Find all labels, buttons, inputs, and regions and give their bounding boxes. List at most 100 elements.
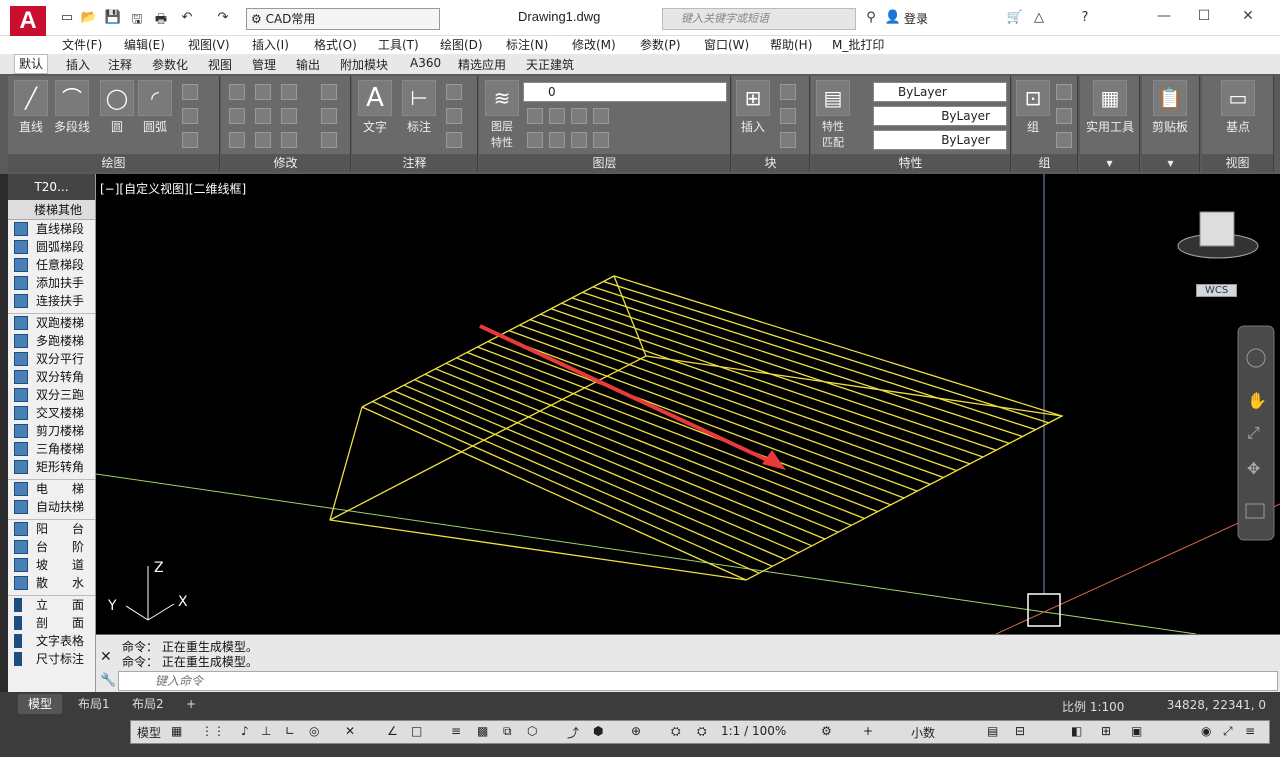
stairs-other-section[interactable]: 楼梯其他 (8, 200, 95, 220)
menu-edit[interactable]: 编辑(E) (124, 36, 165, 53)
3d-osnap-icon[interactable]: ⬡ (527, 724, 537, 738)
osnap-tracking-icon[interactable]: ∠ (387, 724, 398, 738)
wrench-icon[interactable]: 🔧 (100, 673, 116, 688)
menu-draw[interactable]: 绘图(D) (440, 36, 483, 53)
layer-properties-button[interactable]: ≋ 图层 特性 (483, 80, 521, 150)
cross-stair-item[interactable]: 交叉楼梯 (8, 404, 95, 422)
mirror-icon[interactable] (255, 108, 271, 124)
maximize-button[interactable]: ☐ (1194, 8, 1214, 26)
menu-modify[interactable]: 修改(M) (572, 36, 616, 53)
layer-off-icon[interactable] (527, 108, 543, 124)
view-panel-title[interactable]: 视图 (1202, 154, 1273, 172)
tab-default[interactable]: 默认 (14, 54, 49, 74)
properties-panel-title[interactable]: 特性 (811, 154, 1010, 172)
layer-lock-icon[interactable] (571, 108, 587, 124)
customize-icon[interactable]: ◉ (1201, 724, 1211, 738)
plus-icon[interactable]: + (863, 724, 873, 738)
osnap-icon[interactable]: □ (411, 724, 422, 738)
layout-tab-1[interactable]: 布局1 (68, 694, 120, 714)
annotation-panel-title[interactable]: 注释 (352, 154, 477, 172)
selection-cycling-icon[interactable]: ⧉ (503, 724, 512, 739)
polar-icon[interactable]: ◎ (309, 724, 319, 738)
scissor-stair-item[interactable]: 剪刀楼梯 (8, 422, 95, 440)
units-select[interactable]: 小数 (911, 724, 935, 741)
leader-icon[interactable] (446, 108, 462, 124)
apron-item[interactable]: 散 水 (8, 574, 95, 592)
multi-run-stair-item[interactable]: 多跑楼梯 (8, 332, 95, 350)
hardware-accel-icon[interactable]: ⊞ (1101, 724, 1111, 738)
explode-icon[interactable] (321, 108, 337, 124)
menu-tools[interactable]: 工具(T) (378, 36, 419, 53)
search-input[interactable]: 键入关键字或短语 (662, 8, 856, 30)
cart-icon[interactable]: 🛒 (1006, 10, 1024, 26)
split-parallel-item[interactable]: 双分平行 (8, 350, 95, 368)
selection-filter-icon[interactable]: ⬢ (593, 724, 603, 738)
block-panel-title[interactable]: 块 (732, 154, 809, 172)
zoom-icon[interactable]: ⤢ (1247, 423, 1260, 442)
isolate-objects-icon[interactable]: ◧ (1071, 724, 1082, 738)
ungroup-icon[interactable] (1056, 84, 1072, 100)
linear-dim-icon[interactable] (446, 84, 462, 100)
offset-icon[interactable] (321, 132, 337, 148)
menu-view[interactable]: 视图(V) (188, 36, 230, 53)
menu-help[interactable]: 帮助(H) (770, 36, 812, 53)
menu-format[interactable]: 格式(O) (314, 36, 357, 53)
rect-corner-item[interactable]: 矩形转角 (8, 458, 95, 476)
undo-icon[interactable]: ↶ (178, 10, 196, 26)
layer-match-icon[interactable] (593, 108, 609, 124)
group-edit-icon[interactable] (1056, 108, 1072, 124)
annotation-scale[interactable]: 1:1 / 100% (721, 724, 786, 738)
lineweight-select[interactable]: ByLayer (873, 130, 1007, 150)
layout-tab-model[interactable]: 模型 (18, 694, 63, 714)
block-attr-icon[interactable] (780, 132, 796, 148)
user-icon[interactable]: 👤 (884, 10, 902, 26)
groups-panel-title[interactable]: 组 (1012, 154, 1077, 172)
layers-panel-title[interactable]: 图层 (479, 154, 730, 172)
copy-icon[interactable] (229, 108, 245, 124)
draw-panel-title[interactable]: 绘图 (8, 154, 219, 172)
stretch-icon[interactable] (229, 132, 245, 148)
model-space-button[interactable]: 模型 (137, 724, 161, 741)
scale-icon[interactable] (255, 132, 271, 148)
section-item[interactable]: 剖 面 (8, 614, 95, 632)
layer-walk-icon[interactable] (593, 132, 609, 148)
menu-insert[interactable]: 插入(I) (252, 36, 289, 53)
minimize-button[interactable]: — (1154, 8, 1174, 26)
a360-icon[interactable]: △ (1030, 10, 1048, 26)
split-three-run-item[interactable]: 双分三跑 (8, 386, 95, 404)
dimension-item[interactable]: 尺寸标注 (8, 650, 95, 668)
isodraft-icon[interactable]: ✕ (345, 724, 355, 738)
viewcube[interactable] (1199, 211, 1235, 247)
close-button[interactable]: ✕ (1238, 8, 1258, 26)
lock-ui-icon[interactable]: ⊟ (1015, 724, 1025, 738)
infer-icon[interactable]: ♪ (241, 724, 249, 738)
linetype-select[interactable]: ByLayer (873, 106, 1007, 126)
lineweight-icon[interactable]: ≡ (451, 724, 461, 738)
tab-annotate[interactable]: 注释 (108, 56, 132, 73)
utilities-panel-title[interactable]: ▾ (1080, 154, 1139, 172)
save-icon[interactable]: 💾 (104, 10, 122, 26)
pan-icon[interactable]: ✋ (1247, 391, 1267, 410)
add-layout-button[interactable]: + (176, 694, 206, 714)
transparency-icon[interactable]: ▩ (477, 724, 488, 738)
create-block-icon[interactable] (780, 84, 796, 100)
new-icon[interactable]: ▭ (58, 10, 76, 26)
menu-icon[interactable]: ≡ (1245, 724, 1255, 738)
tab-insert[interactable]: 插入 (66, 56, 90, 73)
array-icon[interactable] (281, 132, 297, 148)
group-select-icon[interactable] (1056, 132, 1072, 148)
text-table-item[interactable]: 文字表格 (8, 632, 95, 650)
workspace-select[interactable]: ⚙ CAD常用 (246, 8, 440, 30)
any-stair-item[interactable]: 任意梯段 (8, 256, 95, 274)
layer-freeze-icon[interactable] (549, 108, 565, 124)
tab-manage[interactable]: 管理 (252, 56, 276, 73)
ellipse-icon[interactable] (182, 108, 198, 124)
auto-scale-icon[interactable]: ⛭ (697, 724, 707, 739)
close-icon[interactable]: ✕ (100, 649, 112, 665)
balcony-item[interactable]: 阳 台 (8, 520, 95, 538)
move-icon[interactable] (229, 84, 245, 100)
annotation-visibility-icon[interactable]: ⛭ (671, 724, 681, 739)
tab-view[interactable]: 视图 (208, 56, 232, 73)
straight-stair-item[interactable]: 直线梯段 (8, 220, 95, 238)
wcs-menu[interactable]: WCS (1196, 284, 1238, 297)
